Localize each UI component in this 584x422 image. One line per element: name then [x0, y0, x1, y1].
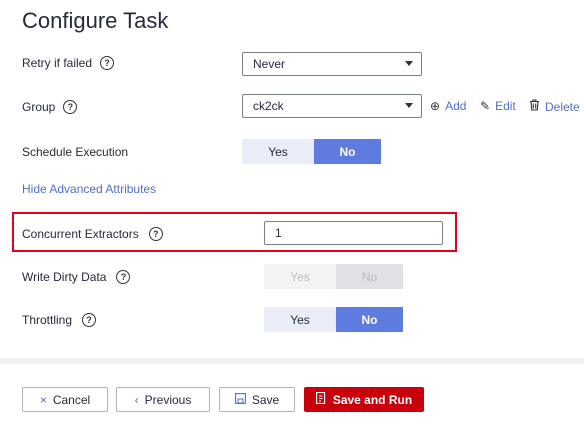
schedule-label-row: Schedule Execution: [22, 145, 128, 159]
concurrent-label-row: Concurrent Extractors ?: [22, 227, 163, 241]
hide-advanced-link[interactable]: Hide Advanced Attributes: [22, 182, 156, 196]
chevron-down-icon: [405, 61, 413, 66]
help-icon[interactable]: ?: [63, 100, 78, 114]
trash-svg: [530, 99, 539, 111]
help-icon[interactable]: ?: [82, 313, 97, 327]
footer-divider: [0, 358, 584, 364]
group-label-row: Group ?: [22, 100, 78, 114]
retry-select-value: Never: [253, 57, 286, 71]
help-icon[interactable]: ?: [100, 56, 115, 70]
add-group-button[interactable]: ⊕ Add: [430, 99, 466, 113]
add-label: Add: [445, 99, 467, 113]
dirty-label-row: Write Dirty Data ?: [22, 270, 131, 284]
retry-label: Retry if failed: [22, 56, 93, 70]
delete-group-button[interactable]: Delete: [529, 99, 580, 114]
chevron-down-icon: [405, 103, 413, 108]
previous-button[interactable]: ‹ Previous: [116, 387, 210, 412]
save-button[interactable]: Save: [219, 387, 295, 412]
save-label: Save: [251, 392, 280, 407]
throttling-yes-option[interactable]: Yes: [264, 307, 336, 332]
edit-label: Edit: [495, 99, 516, 113]
group-select[interactable]: ck2ck: [242, 94, 422, 118]
plus-circle-icon: ⊕: [430, 99, 441, 113]
help-icon[interactable]: ?: [148, 227, 163, 241]
throttling-no-option[interactable]: No: [336, 307, 403, 332]
throttling-label: Throttling: [22, 313, 73, 327]
pencil-icon: ✎: [480, 99, 491, 113]
help-icon[interactable]: ?: [116, 270, 131, 284]
edit-group-button[interactable]: ✎ Edit: [480, 99, 516, 113]
save-and-run-label: Save and Run: [332, 392, 413, 407]
cancel-button[interactable]: × Cancel: [22, 387, 108, 412]
delete-label: Delete: [545, 99, 580, 114]
concurrent-value: 1: [275, 226, 282, 240]
chevron-left-icon: ‹: [134, 392, 139, 407]
dirty-toggle: Yes No: [264, 264, 403, 289]
cancel-label: Cancel: [52, 392, 91, 407]
save-icon: [234, 392, 246, 407]
concurrent-extractors-input[interactable]: 1: [264, 221, 443, 245]
schedule-toggle: Yes No: [242, 139, 381, 165]
throttling-label-row: Throttling ?: [22, 313, 97, 327]
schedule-yes-option[interactable]: Yes: [242, 139, 314, 164]
run-icon: [315, 392, 327, 407]
page-title: Configure Task: [22, 8, 169, 33]
close-icon: ×: [39, 392, 47, 407]
schedule-label: Schedule Execution: [22, 145, 129, 159]
group-label: Group: [22, 100, 56, 114]
retry-select[interactable]: Never: [242, 52, 422, 76]
configure-task-page: Configure Task Retry if failed ? Never G…: [0, 0, 584, 422]
dirty-no-option: No: [336, 264, 403, 289]
concurrent-label: Concurrent Extractors: [22, 227, 139, 241]
dirty-label: Write Dirty Data: [22, 270, 107, 284]
save-svg: [234, 392, 246, 404]
schedule-no-option[interactable]: No: [314, 139, 381, 164]
dirty-yes-option: Yes: [264, 264, 336, 289]
save-and-run-button[interactable]: Save and Run: [304, 387, 424, 412]
run-svg: [315, 392, 325, 404]
previous-label: Previous: [144, 392, 192, 407]
throttling-toggle: Yes No: [264, 307, 403, 332]
retry-label-row: Retry if failed ?: [22, 56, 115, 70]
trash-icon: [529, 99, 540, 114]
group-select-value: ck2ck: [253, 99, 284, 113]
